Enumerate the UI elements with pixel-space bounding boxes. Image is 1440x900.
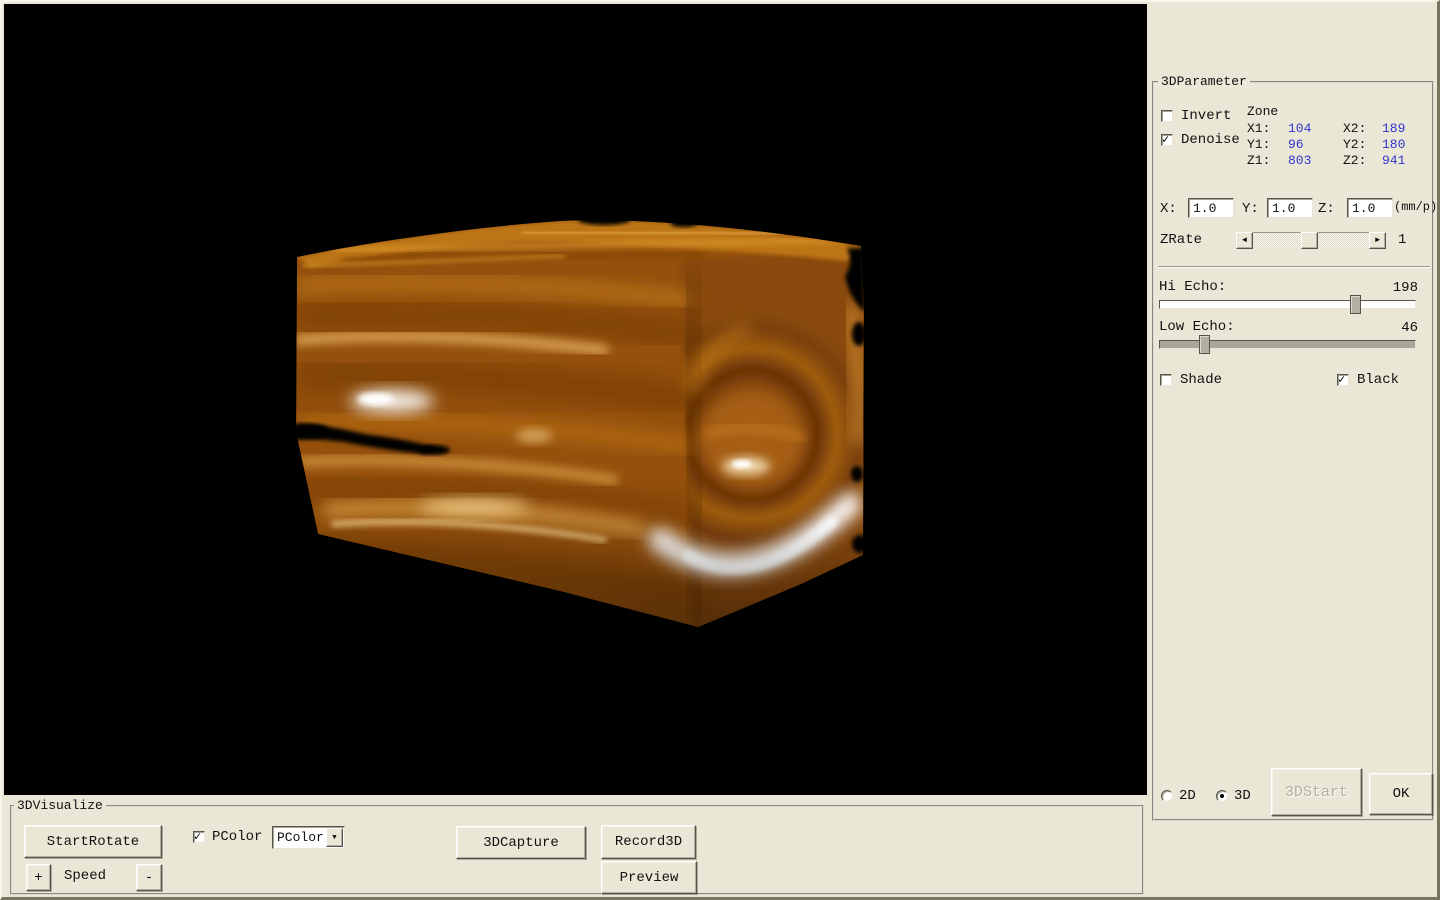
pcolor-dropdown[interactable]: PColor ▼ (272, 826, 345, 849)
panel-3dvisualize-title: 3DVisualize (14, 798, 106, 813)
invert-checkbox[interactable] (1161, 110, 1173, 122)
preview-button[interactable]: Preview (601, 861, 697, 894)
zone-x1-label: X1: (1247, 122, 1270, 136)
checkmark-icon: ✓ (194, 829, 201, 844)
scale-x-label: X: (1160, 202, 1177, 217)
zrate-arrow-left-button[interactable]: ◄ (1236, 232, 1253, 249)
denoise-label: Denoise (1181, 133, 1240, 148)
zone-x2-label: X2: (1343, 122, 1366, 136)
scale-y-label: Y: (1242, 202, 1259, 217)
black-checkbox[interactable]: ✓ (1337, 374, 1349, 386)
zone-z2-label: Z2: (1343, 154, 1366, 168)
shade-label: Shade (1180, 373, 1222, 388)
shade-checkbox[interactable] (1160, 374, 1172, 386)
panel-3dparameter-title: 3DParameter (1158, 74, 1250, 89)
checkmark-icon: ✓ (1162, 132, 1169, 147)
chevron-down-icon: ▼ (332, 834, 336, 842)
render-viewport[interactable] (4, 4, 1147, 795)
separator-line (1158, 266, 1430, 268)
low-echo-slider-track[interactable] (1159, 340, 1416, 349)
scale-z-label: Z: (1318, 202, 1335, 217)
zrate-arrow-right-button[interactable]: ► (1369, 232, 1386, 249)
zrate-label: ZRate (1160, 233, 1202, 248)
ok-button[interactable]: OK (1369, 773, 1433, 815)
black-label: Black (1357, 373, 1399, 388)
low-echo-slider-thumb[interactable] (1199, 335, 1210, 354)
mode-2d-radio[interactable] (1161, 790, 1173, 802)
invert-label: Invert (1181, 109, 1231, 124)
mode-2d-label: 2D (1179, 789, 1196, 804)
zone-y1-label: Y1: (1247, 138, 1270, 152)
scale-x-input[interactable] (1188, 198, 1234, 218)
speed-label: Speed (64, 869, 106, 884)
hi-echo-value: 198 (1393, 280, 1418, 296)
record-3d-button[interactable]: Record3D (601, 825, 696, 859)
scale-z-input[interactable] (1347, 198, 1393, 218)
zone-y2-label: Y2: (1343, 138, 1366, 152)
hi-echo-slider-thumb[interactable] (1350, 295, 1361, 314)
pcolor-label: PColor (212, 830, 262, 845)
arrow-left-icon: ◄ (1242, 236, 1247, 245)
start-3d-button[interactable]: 3DStart (1271, 768, 1362, 816)
pcolor-checkbox[interactable]: ✓ (193, 831, 205, 843)
scale-y-input[interactable] (1267, 198, 1313, 218)
radio-dot (1220, 794, 1224, 798)
zone-x1-value: 104 (1288, 122, 1311, 136)
checkmark-icon: ✓ (1338, 372, 1345, 387)
hi-echo-slider-track[interactable] (1159, 300, 1416, 309)
zone-z1-label: Z1: (1247, 154, 1270, 168)
zrate-scrollbar[interactable]: ◄ ► (1236, 232, 1386, 249)
hi-echo-label: Hi Echo: (1159, 280, 1226, 295)
panel-3dvisualize: 3DVisualize StartRotate ✓ PColor PColor … (10, 805, 1144, 895)
pcolor-dropdown-button[interactable]: ▼ (326, 828, 343, 847)
speed-plus-button[interactable]: + (26, 864, 51, 891)
start-rotate-button[interactable]: StartRotate (24, 825, 162, 858)
app-window: 3DParameter Invert ✓ Denoise Zone X1: 10… (0, 0, 1440, 900)
mode-3d-label: 3D (1234, 789, 1251, 804)
zone-z2-value: 941 (1382, 154, 1405, 168)
mode-3d-radio[interactable] (1216, 790, 1228, 802)
volume-render-3d (4, 4, 1147, 795)
scale-unit-label: (mm/p) (1394, 200, 1437, 214)
zone-y2-value: 180 (1382, 138, 1405, 152)
low-echo-label: Low Echo: (1159, 320, 1235, 335)
capture-3d-button[interactable]: 3DCapture (456, 826, 586, 859)
low-echo-value: 46 (1401, 320, 1418, 336)
zrate-scrollbar-thumb[interactable] (1301, 232, 1318, 249)
zrate-value: 1 (1398, 233, 1406, 248)
denoise-checkbox[interactable]: ✓ (1161, 134, 1173, 146)
pcolor-dropdown-value: PColor (277, 830, 324, 845)
zone-x2-value: 189 (1382, 122, 1405, 136)
speed-minus-button[interactable]: - (136, 864, 162, 891)
zone-y1-value: 96 (1288, 138, 1304, 152)
arrow-right-icon: ► (1375, 236, 1380, 245)
zone-title: Zone (1247, 105, 1278, 119)
panel-3dparameter: 3DParameter Invert ✓ Denoise Zone X1: 10… (1152, 81, 1434, 821)
zone-z1-value: 803 (1288, 154, 1311, 168)
